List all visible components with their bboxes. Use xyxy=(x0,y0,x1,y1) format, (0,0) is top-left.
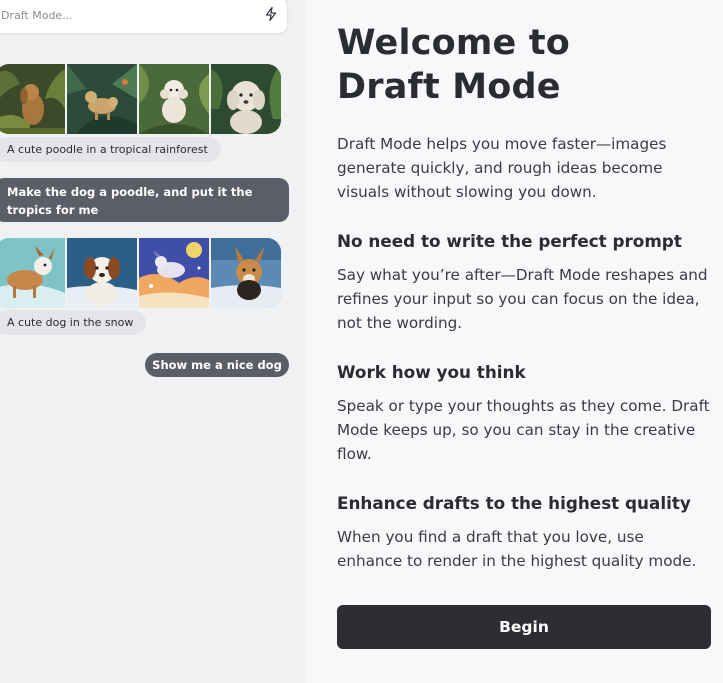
prompt-bar[interactable] xyxy=(0,0,288,34)
welcome-panel: Welcome to Draft Mode Draft Mode helps y… xyxy=(305,0,723,683)
generated-image[interactable] xyxy=(67,238,137,308)
begin-button[interactable]: Begin xyxy=(337,605,711,649)
generated-image[interactable] xyxy=(67,64,137,134)
user-message: Make the dog a poodle, and put it the tr… xyxy=(0,178,289,222)
generation-caption: A cute poodle in a tropical rainforest xyxy=(0,137,221,162)
generated-image[interactable] xyxy=(139,64,209,134)
prompt-input[interactable] xyxy=(1,9,241,22)
generation-image-row xyxy=(0,64,281,134)
generated-image[interactable] xyxy=(0,238,65,308)
section-heading: Enhance drafts to the highest quality xyxy=(337,493,691,513)
user-message: Show me a nice dog xyxy=(145,353,289,377)
chat-panel: A cute poodle in a tropical rainforest M… xyxy=(0,0,305,683)
section-body: When you find a draft that you love, use… xyxy=(337,528,697,570)
generation-caption: A cute dog in the snow xyxy=(0,310,147,335)
generation-image-row xyxy=(0,238,281,308)
generated-image[interactable] xyxy=(211,64,281,134)
welcome-title-line2: Draft Mode xyxy=(337,67,561,107)
welcome-intro: Draft Mode helps you move faster—images … xyxy=(337,135,667,201)
welcome-title: Welcome to Draft Mode xyxy=(337,21,570,109)
welcome-title-line1: Welcome to xyxy=(337,23,571,63)
generated-image[interactable] xyxy=(139,238,209,308)
generated-image[interactable] xyxy=(211,238,281,308)
section-heading: Work how you think xyxy=(337,362,526,382)
section-body: Say what you’re after—Draft Mode reshape… xyxy=(337,266,708,332)
section-body: Speak or type your thoughts as they come… xyxy=(337,397,710,463)
lightning-bolt-icon[interactable] xyxy=(263,6,279,22)
section-heading: No need to write the perfect prompt xyxy=(337,231,682,251)
generated-image[interactable] xyxy=(0,64,65,134)
